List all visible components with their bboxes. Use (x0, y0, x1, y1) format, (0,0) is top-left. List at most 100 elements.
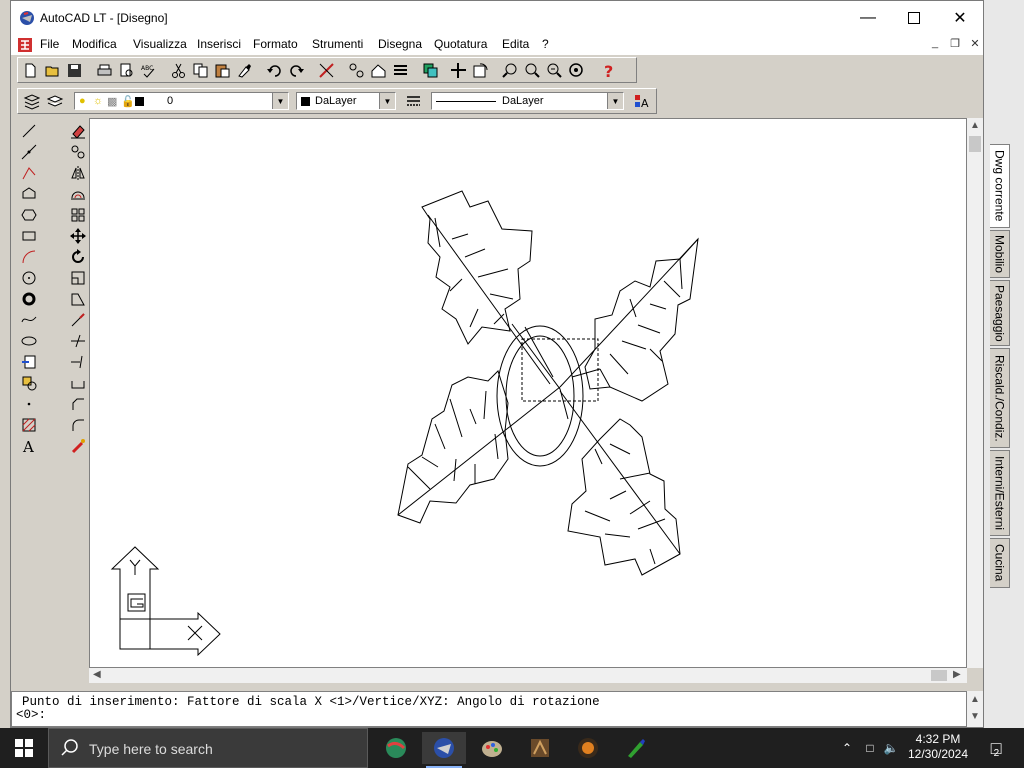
break-tool[interactable] (67, 373, 89, 392)
menu-edita[interactable]: Edita (502, 37, 529, 51)
menu-disegna[interactable]: Disegna (378, 37, 422, 51)
erase-tool[interactable] (67, 121, 89, 140)
scroll-up-icon[interactable]: ▲ (970, 694, 980, 705)
menu-strumenti[interactable]: Strumenti (312, 37, 363, 51)
maximize-button[interactable] (891, 1, 937, 35)
layer-dropdown[interactable]: ● ☼ ▩ 🔓 0 ▼ (74, 92, 289, 110)
osnap-button[interactable] (316, 60, 337, 80)
xline-tool[interactable] (18, 142, 40, 161)
scroll-up-icon[interactable]: ▲ (970, 120, 980, 131)
copy-button[interactable] (190, 60, 211, 80)
color-dropdown[interactable]: DaLayer ▼ (296, 92, 396, 110)
tab-interni-esterni[interactable]: Interni/Esterni (990, 450, 1010, 536)
tab-mobilio[interactable]: Mobilio (990, 230, 1010, 278)
taskbar-app-paint[interactable] (470, 732, 514, 764)
polyline-tool[interactable] (18, 163, 40, 182)
rotate-tool[interactable] (67, 247, 89, 266)
make-layer-current-button[interactable] (21, 91, 42, 111)
vertical-scroll-thumb[interactable] (969, 136, 981, 152)
scroll-down-icon[interactable]: ▼ (970, 711, 980, 722)
tab-paesaggio[interactable]: Paesaggio (990, 280, 1010, 346)
taskbar-search[interactable]: Type here to search (48, 728, 368, 768)
insert-block-tool[interactable] (18, 352, 40, 371)
save-button[interactable] (64, 60, 85, 80)
taskbar-clock[interactable]: 4:32 PM 12/30/2024 (900, 732, 976, 762)
print-button[interactable] (94, 60, 115, 80)
donut-tool[interactable] (18, 289, 40, 308)
linetype-button[interactable] (403, 91, 424, 111)
circle-tool[interactable] (18, 268, 40, 287)
scale-tool[interactable] (67, 268, 89, 287)
polygon-tool[interactable] (18, 184, 40, 203)
trim-tool[interactable] (67, 331, 89, 350)
drawing-canvas[interactable]: X Y G (89, 118, 967, 668)
redraw-button[interactable] (470, 60, 491, 80)
rectangle-tool[interactable] (18, 226, 40, 245)
start-button[interactable] (0, 728, 48, 768)
menu-formato[interactable]: Formato (253, 37, 298, 51)
ellipse-polygon-tool[interactable] (18, 205, 40, 224)
cut-button[interactable] (168, 60, 189, 80)
vertical-scrollbar[interactable]: ▲ (967, 118, 983, 668)
tab-dwg-corrente[interactable]: Dwg corrente (990, 144, 1010, 228)
title-bar[interactable]: AutoCAD LT - [Disegno] — ✕ (11, 1, 983, 35)
zoom-previous-button[interactable] (544, 60, 565, 80)
volume-muted-icon[interactable]: 🔈 (882, 728, 900, 768)
offset-tool[interactable] (67, 184, 89, 203)
zoom-extents-button[interactable] (566, 60, 587, 80)
taskbar-app-circle[interactable] (566, 732, 610, 764)
linetype-dropdown[interactable]: DaLayer ▼ (431, 92, 624, 110)
ellipse-tool[interactable] (18, 331, 40, 350)
command-scrollbar[interactable]: ▲ ▼ (967, 691, 983, 727)
redo-button[interactable] (286, 60, 307, 80)
horizontal-scrollbar[interactable]: ◀ ▶ (89, 668, 967, 683)
named-views-button[interactable] (368, 60, 389, 80)
new-button[interactable] (20, 60, 41, 80)
list-button[interactable] (390, 60, 411, 80)
help-button[interactable]: ? (598, 60, 619, 80)
network-icon[interactable]: □ (860, 728, 880, 768)
scroll-right-icon[interactable]: ▶ (953, 669, 961, 680)
arc-tool[interactable] (18, 247, 40, 266)
chamfer-tool[interactable] (67, 394, 89, 413)
menu-inserisci[interactable]: Inserisci (197, 37, 241, 51)
zoom-realtime-button[interactable] (500, 60, 521, 80)
open-button[interactable] (42, 60, 63, 80)
hatch-tool[interactable] (18, 415, 40, 434)
close-button[interactable]: ✕ (937, 1, 983, 35)
tab-riscald-condiz[interactable]: Riscald./Condiz. (990, 348, 1010, 448)
horizontal-scroll-thumb[interactable] (931, 670, 947, 681)
tracking-button[interactable] (346, 60, 367, 80)
spelling-button[interactable]: ABC (138, 60, 159, 80)
mdi-restore-button[interactable]: ❐ (947, 37, 963, 51)
taskbar-app-pen[interactable] (614, 732, 658, 764)
scroll-left-icon[interactable]: ◀ (93, 669, 101, 680)
properties-button[interactable]: A (631, 91, 652, 111)
pan-button[interactable] (448, 60, 469, 80)
line-tool[interactable] (18, 121, 40, 140)
spline-tool[interactable] (18, 310, 40, 329)
lengthen-tool[interactable] (67, 310, 89, 329)
copy-object-tool[interactable] (67, 142, 89, 161)
tray-chevron-up-icon[interactable]: ⌃ (838, 728, 856, 768)
menu-file[interactable]: File (40, 37, 59, 51)
extend-tool[interactable] (67, 352, 89, 371)
match-properties-button[interactable] (234, 60, 255, 80)
stretch-tool[interactable] (67, 289, 89, 308)
text-tool[interactable]: A (18, 436, 40, 455)
explode-tool[interactable] (67, 436, 89, 455)
layers-button[interactable] (45, 91, 66, 111)
fillet-tool[interactable] (67, 415, 89, 434)
zoom-window-button[interactable] (522, 60, 543, 80)
make-block-tool[interactable] (18, 373, 40, 392)
array-tool[interactable] (67, 205, 89, 224)
menu-visualizza[interactable]: Visualizza (133, 37, 187, 51)
menu-quotatura[interactable]: Quotatura (434, 37, 487, 51)
point-tool[interactable] (18, 394, 40, 413)
mirror-tool[interactable] (67, 163, 89, 182)
notification-button[interactable]: □ 2 (980, 728, 1010, 768)
menu-help[interactable]: ? (542, 37, 549, 51)
move-tool[interactable] (67, 226, 89, 245)
mdi-close-button[interactable]: ✕ (967, 37, 983, 51)
minimize-button[interactable]: — (845, 1, 891, 35)
